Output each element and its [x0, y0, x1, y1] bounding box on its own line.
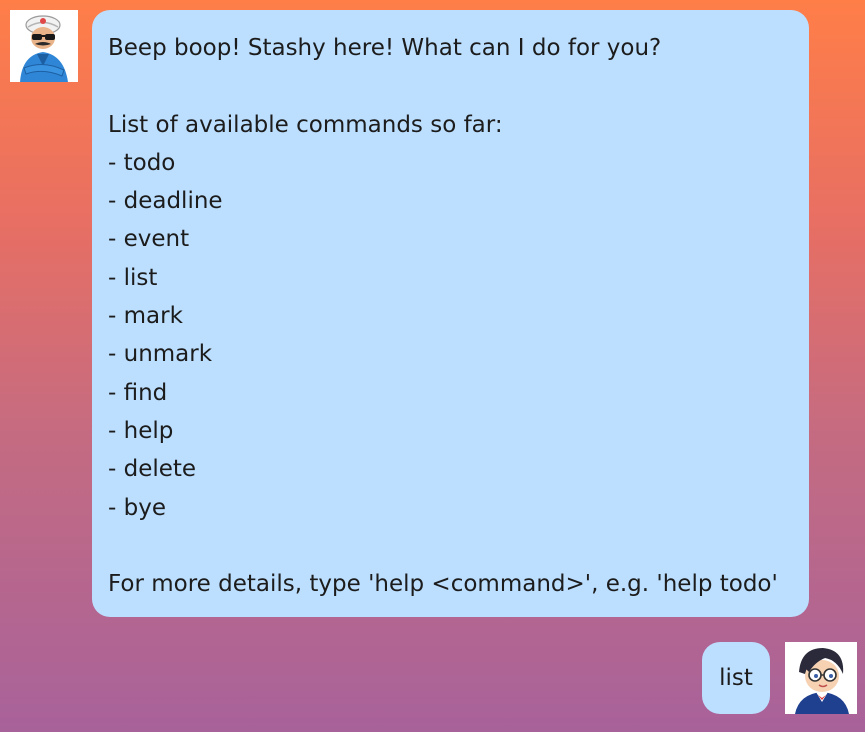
- command-item-event: - event: [108, 226, 190, 253]
- command-item-delete: - delete: [108, 456, 197, 483]
- commands-heading: List of available commands so far:: [108, 111, 503, 138]
- command-item-todo: - todo: [108, 149, 176, 176]
- user-message-bubble: list: [702, 642, 770, 714]
- command-item-unmark: - unmark: [108, 341, 213, 368]
- bot-greeting: Beep boop! Stashy here! What can I do fo…: [108, 35, 662, 61]
- command-item-bye: - bye: [108, 494, 166, 521]
- bot-avatar-icon: [10, 10, 78, 82]
- help-footer: For more details, type 'help <command>',…: [108, 571, 778, 598]
- chat-window: Beep boop! Stashy here! What can I do fo…: [0, 0, 865, 732]
- command-item-help: - help: [108, 417, 174, 444]
- command-item-list: - list: [108, 264, 158, 291]
- command-item-deadline: - deadline: [108, 188, 223, 215]
- command-item-mark: - mark: [108, 303, 183, 330]
- bot-message-bubble: Beep boop! Stashy here! What can I do fo…: [92, 10, 809, 617]
- user-message-text: list: [719, 664, 753, 691]
- user-avatar-icon: [785, 642, 857, 714]
- command-item-find: - find: [108, 379, 168, 406]
